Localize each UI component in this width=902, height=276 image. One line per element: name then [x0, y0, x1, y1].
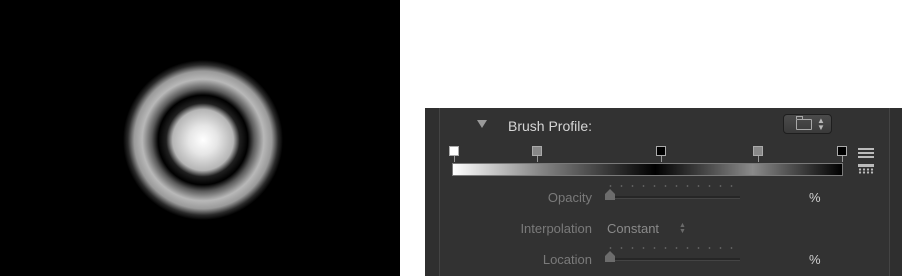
panel-left-frame: [425, 108, 440, 276]
gradient-tag[interactable]: [837, 146, 847, 162]
gradient-grid-icon[interactable]: [858, 164, 874, 174]
gradient-tags: [445, 146, 855, 162]
disclosure-triangle-icon[interactable]: [477, 120, 487, 128]
location-unit: %: [809, 252, 821, 267]
opacity-unit: %: [809, 190, 821, 205]
interpolation-popup[interactable]: Constant: [607, 221, 659, 236]
preset-popup-button[interactable]: ▲ ▼: [783, 114, 832, 134]
inspector-panel: Brush Profile: ▲ ▼ Opacity % Interpolatio…: [425, 108, 902, 276]
location-slider-thumb[interactable]: [605, 251, 615, 262]
opacity-label: Opacity: [547, 190, 592, 205]
brush-preview-image: [0, 0, 400, 276]
interpolation-arrows-icon[interactable]: ▲ ▼: [679, 222, 686, 235]
gradient-tag[interactable]: [532, 146, 542, 162]
gradient-menu-icon[interactable]: [858, 148, 874, 159]
popup-arrows-icon: ▲ ▼: [817, 116, 825, 132]
canvas-preview: [0, 0, 400, 276]
section-title: Brush Profile:: [508, 118, 593, 134]
location-label: Location: [542, 252, 592, 267]
panel-right-frame: [889, 108, 902, 276]
gradient-tag[interactable]: [753, 146, 763, 162]
location-slider[interactable]: [605, 247, 740, 262]
opacity-slider[interactable]: [605, 185, 740, 200]
gradient-bar[interactable]: [452, 163, 843, 176]
interpolation-label: Interpolation: [520, 221, 592, 236]
folder-icon: [796, 116, 812, 130]
opacity-slider-thumb[interactable]: [605, 189, 615, 200]
gradient-tag[interactable]: [656, 146, 666, 162]
gradient-tag[interactable]: [449, 146, 459, 162]
